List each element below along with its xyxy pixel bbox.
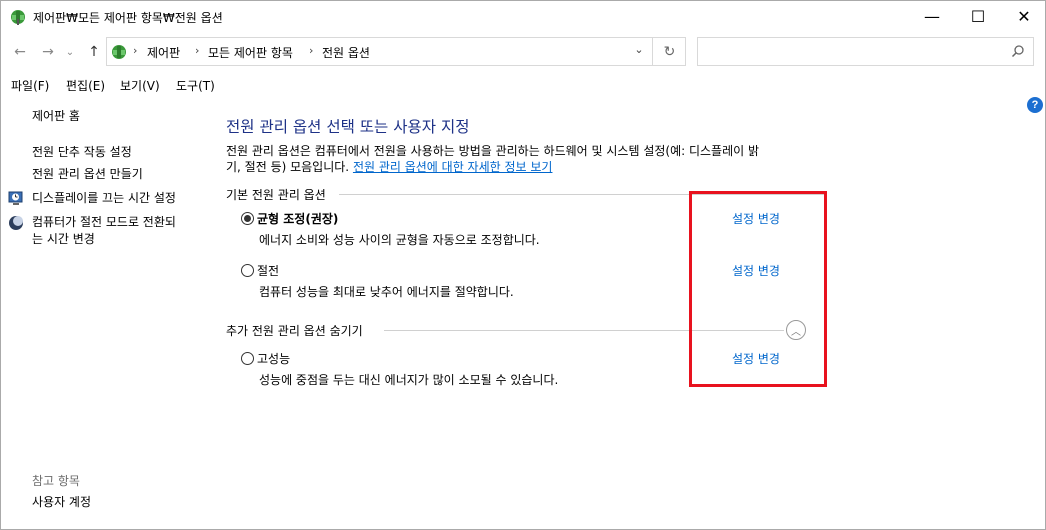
- menu-bar: 파일(F) 편집(E) 보기(V) 도구(T): [1, 74, 1045, 96]
- power-options-icon: [11, 10, 25, 25]
- menu-tools[interactable]: 도구(T): [176, 77, 215, 94]
- page-description: 전원 관리 옵션은 컴퓨터에서 전원을 사용하는 방법을 관리하는 하드웨어 및…: [226, 144, 760, 174]
- preferred-plans-heading: 기본 전원 관리 옵션: [226, 188, 326, 202]
- page-title: 전원 관리 옵션 선택 또는 사용자 지정: [226, 118, 470, 136]
- help-icon[interactable]: ?: [1027, 97, 1043, 113]
- plan-desc-balanced: 에너지 소비와 성능 사이의 균형을 자동으로 조정합니다.: [259, 233, 540, 247]
- hide-additional-plans-toggle[interactable]: 추가 전원 관리 옵션 숨기기: [226, 322, 363, 339]
- sidebar-user-accounts-link[interactable]: 사용자 계정: [32, 494, 91, 511]
- breadcrumb-all-items[interactable]: 모든 제어판 항목: [208, 44, 293, 61]
- recent-locations-button[interactable]: ⌄: [63, 40, 77, 64]
- plan-name-power-saver[interactable]: 절전: [257, 262, 279, 279]
- breadcrumb-control-panel[interactable]: 제어판: [147, 44, 180, 61]
- close-button[interactable]: ✕: [1001, 1, 1046, 32]
- breadcrumb-power-options[interactable]: 전원 옵션: [322, 44, 370, 61]
- address-dropdown-button[interactable]: ⌄: [627, 43, 651, 56]
- menu-edit[interactable]: 편집(E): [66, 77, 105, 94]
- sleep-moon-icon: [9, 216, 23, 230]
- back-button[interactable]: ←: [9, 40, 31, 64]
- menu-view[interactable]: 보기(V): [120, 77, 160, 94]
- display-timer-icon: [8, 191, 23, 205]
- sidebar-power-button-link[interactable]: 전원 단추 작동 설정: [32, 144, 132, 161]
- sidebar-reference-title: 참고 항목: [32, 474, 80, 488]
- sidebar: 제어판 홈 전원 단추 작동 설정 전원 관리 옵션 만들기 디스플레이를 끄는…: [1, 101, 206, 526]
- sidebar-display-off-link[interactable]: 디스플레이를 끄는 시간 설정: [32, 190, 176, 207]
- plan-name-high-performance[interactable]: 고성능: [257, 350, 290, 367]
- search-icon: [1011, 45, 1024, 58]
- plan-radio-power-saver[interactable]: [241, 264, 254, 277]
- menu-file[interactable]: 파일(F): [11, 77, 49, 94]
- sidebar-sleep-link[interactable]: 컴퓨터가 절전 모드로 전환되 는 시간 변경: [32, 214, 176, 248]
- minimize-button[interactable]: —: [909, 1, 955, 32]
- plan-name-balanced[interactable]: 균형 조정(권장): [257, 210, 338, 227]
- more-info-link[interactable]: 전원 관리 옵션에 대한 자세한 정보 보기: [353, 160, 553, 174]
- maximize-button[interactable]: ☐: [955, 1, 1001, 32]
- plan-radio-high-performance[interactable]: [241, 352, 254, 365]
- title-bar: 제어판₩모든 제어판 항목₩전원 옵션 — ☐ ✕: [1, 1, 1045, 32]
- breadcrumb-separator[interactable]: ›: [133, 44, 137, 57]
- forward-button[interactable]: →: [37, 40, 59, 64]
- window-title: 제어판₩모든 제어판 항목₩전원 옵션: [33, 11, 223, 25]
- search-input[interactable]: [697, 37, 1034, 66]
- breadcrumb-separator[interactable]: ›: [309, 44, 313, 57]
- address-bar[interactable]: › 제어판 › 모든 제어판 항목 › 전원 옵션 ⌄ ↻: [106, 37, 686, 66]
- sidebar-create-plan-link[interactable]: 전원 관리 옵션 만들기: [32, 166, 143, 183]
- sidebar-home-link[interactable]: 제어판 홈: [32, 108, 80, 125]
- highlight-box: [689, 191, 827, 387]
- up-button[interactable]: ↑: [83, 40, 105, 64]
- plan-desc-power-saver: 컴퓨터 성능을 최대로 낮추어 에너지를 절약합니다.: [259, 285, 514, 299]
- navigation-bar: ← → ⌄ ↑ › 제어판 › 모든 제어판 항목 › 전원 옵션 ⌄ ↻: [1, 34, 1045, 70]
- plan-desc-high-performance: 성능에 중점을 두는 대신 에너지가 많이 소모될 수 있습니다.: [259, 373, 559, 387]
- plan-radio-balanced[interactable]: [241, 212, 254, 225]
- control-panel-window: 제어판₩모든 제어판 항목₩전원 옵션 — ☐ ✕ ← → ⌄ ↑ › 제어판 …: [0, 0, 1046, 530]
- refresh-button[interactable]: ↻: [652, 38, 686, 65]
- control-panel-icon: [112, 45, 126, 59]
- breadcrumb-separator[interactable]: ›: [195, 44, 199, 57]
